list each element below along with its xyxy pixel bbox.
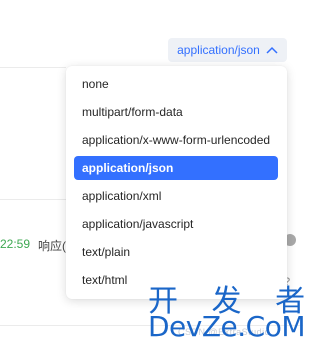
menu-item-text-plain[interactable]: text/plain xyxy=(74,240,278,264)
watermark: 开 发 者 CSDN @ExtraStudio DevZe.CoM xyxy=(142,276,306,347)
watermark-english: DevZe.CoM xyxy=(148,310,306,343)
header-divider xyxy=(0,67,66,68)
menu-item-x-www-form-urlencoded[interactable]: application/x-www-form-urlencoded xyxy=(74,128,278,152)
content-type-selector[interactable]: application/json xyxy=(168,38,287,62)
menu-item-none[interactable]: none xyxy=(74,72,278,96)
menu-item-application-javascript[interactable]: application/javascript xyxy=(74,212,278,236)
response-time: 22:59 xyxy=(0,237,31,251)
menu-item-application-json[interactable]: application/json xyxy=(74,156,278,180)
chevron-up-icon xyxy=(266,46,278,54)
content-type-dropdown: none multipart/form-data application/x-w… xyxy=(66,66,287,299)
content-type-label: application/json xyxy=(177,43,260,57)
section-divider xyxy=(0,199,66,200)
menu-item-application-xml[interactable]: application/xml xyxy=(74,184,278,208)
menu-item-multipart-form-data[interactable]: multipart/form-data xyxy=(74,100,278,124)
response-label: 响应( xyxy=(38,239,66,253)
